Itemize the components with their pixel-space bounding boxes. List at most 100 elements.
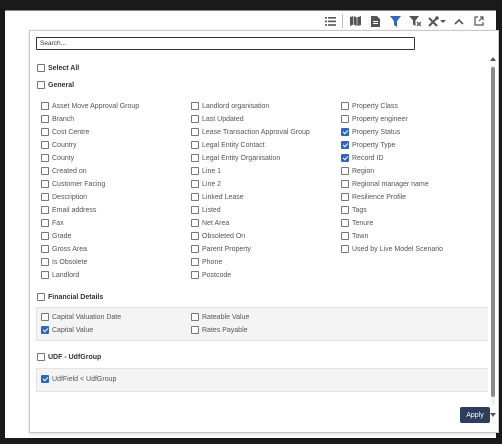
field-checkbox[interactable] — [341, 193, 349, 201]
field-checkbox[interactable] — [341, 219, 349, 227]
open-external-icon[interactable] — [469, 11, 489, 31]
section-financial-checkbox[interactable] — [37, 293, 45, 301]
field-option[interactable]: Line 2 — [191, 180, 221, 189]
section-financial-header[interactable]: Financial Details — [37, 293, 103, 302]
field-checkbox[interactable] — [41, 326, 49, 334]
field-checkbox[interactable] — [191, 232, 199, 240]
field-checkbox[interactable] — [41, 154, 49, 162]
field-checkbox[interactable] — [191, 313, 199, 321]
field-checkbox[interactable] — [41, 102, 49, 110]
collapse-icon[interactable] — [449, 11, 469, 31]
field-checkbox[interactable] — [41, 141, 49, 149]
field-checkbox[interactable] — [191, 326, 199, 334]
field-option[interactable]: Property Status — [341, 128, 400, 137]
document-icon[interactable] — [365, 11, 385, 31]
clear-filter-icon[interactable] — [405, 11, 425, 31]
field-checkbox[interactable] — [341, 167, 349, 175]
field-option[interactable]: Resilience Profile — [341, 193, 406, 202]
field-checkbox[interactable] — [341, 232, 349, 240]
field-checkbox[interactable] — [341, 206, 349, 214]
field-option[interactable]: UdfField < UdfGroup — [41, 375, 116, 384]
field-option[interactable]: Gross Area — [41, 245, 87, 254]
field-checkbox[interactable] — [341, 128, 349, 136]
field-option[interactable]: Rates Payable — [191, 326, 248, 335]
vertical-scrollbar[interactable] — [490, 57, 496, 417]
field-option[interactable]: Record ID — [341, 154, 384, 163]
map-icon[interactable] — [345, 11, 365, 31]
field-checkbox[interactable] — [41, 206, 49, 214]
field-checkbox[interactable] — [41, 219, 49, 227]
field-checkbox[interactable] — [341, 115, 349, 123]
field-checkbox[interactable] — [191, 128, 199, 136]
field-option[interactable]: Linked Lease — [191, 193, 244, 202]
field-option[interactable]: Obsoleted On — [191, 232, 245, 241]
field-checkbox[interactable] — [41, 313, 49, 321]
field-checkbox[interactable] — [41, 232, 49, 240]
field-option[interactable]: Cost Centre — [41, 128, 89, 137]
field-option[interactable]: Customer Facing — [41, 180, 105, 189]
field-option[interactable]: Branch — [41, 115, 74, 124]
scroll-down-icon[interactable] — [490, 413, 496, 417]
field-option[interactable]: Legal Entity Contact — [191, 141, 265, 150]
field-option[interactable]: Rateable Value — [191, 313, 249, 322]
field-option[interactable]: Fax — [41, 219, 64, 228]
list-icon[interactable] — [320, 11, 340, 31]
field-checkbox[interactable] — [341, 245, 349, 253]
field-option[interactable]: Regional manager name — [341, 180, 429, 189]
field-option[interactable]: Property Class — [341, 102, 398, 111]
field-option[interactable]: Line 1 — [191, 167, 221, 176]
field-checkbox[interactable] — [191, 206, 199, 214]
field-checkbox[interactable] — [191, 271, 199, 279]
field-option[interactable]: Capital Valuation Date — [41, 313, 121, 322]
section-udf-checkbox[interactable] — [37, 353, 45, 361]
field-checkbox[interactable] — [41, 245, 49, 253]
field-checkbox[interactable] — [191, 154, 199, 162]
field-option[interactable]: Tags — [341, 206, 367, 215]
section-udf-header[interactable]: UDF - UdfGroup — [37, 353, 101, 362]
field-option[interactable]: Region — [341, 167, 374, 176]
field-option[interactable]: Property Type — [341, 141, 395, 150]
field-option[interactable]: Country — [41, 141, 77, 150]
field-option[interactable]: Lease Transaction Approval Group — [191, 128, 310, 137]
scrollbar-thumb[interactable] — [491, 67, 495, 397]
field-option[interactable]: County — [41, 154, 74, 163]
field-option[interactable]: Grade — [41, 232, 71, 241]
field-checkbox[interactable] — [341, 154, 349, 162]
field-checkbox[interactable] — [41, 180, 49, 188]
field-option[interactable]: Email address — [41, 206, 96, 215]
field-checkbox[interactable] — [41, 167, 49, 175]
field-option[interactable]: Capital Value — [41, 326, 93, 335]
field-option[interactable]: Is Obsolete — [41, 258, 87, 267]
section-general-checkbox[interactable] — [37, 81, 45, 89]
field-checkbox[interactable] — [41, 115, 49, 123]
field-option[interactable]: Legal Entity Organisation — [191, 154, 280, 163]
field-checkbox[interactable] — [41, 258, 49, 266]
filter-icon[interactable] — [385, 11, 405, 31]
field-option[interactable]: Parent Property — [191, 245, 251, 254]
field-option[interactable]: Used by Live Model Scenario — [341, 245, 443, 254]
field-option[interactable]: Property engineer — [341, 115, 408, 124]
field-option[interactable]: Listed — [191, 206, 221, 215]
scroll-up-icon[interactable] — [490, 57, 496, 61]
field-checkbox[interactable] — [191, 258, 199, 266]
field-checkbox[interactable] — [41, 375, 49, 383]
field-option[interactable]: Created on — [41, 167, 87, 176]
field-option[interactable]: Description — [41, 193, 87, 202]
field-option[interactable]: Net Area — [191, 219, 229, 228]
field-checkbox[interactable] — [191, 115, 199, 123]
field-option[interactable]: Landlord organisation — [191, 102, 269, 111]
field-checkbox[interactable] — [191, 102, 199, 110]
field-checkbox[interactable] — [41, 193, 49, 201]
field-checkbox[interactable] — [191, 141, 199, 149]
field-option[interactable]: Town — [341, 232, 368, 241]
field-option[interactable]: Phone — [191, 258, 222, 267]
field-checkbox[interactable] — [191, 193, 199, 201]
section-general-header[interactable]: General — [37, 81, 74, 90]
select-all-option[interactable]: Select All — [37, 64, 79, 73]
field-checkbox[interactable] — [191, 245, 199, 253]
tools-icon[interactable] — [425, 11, 449, 31]
select-all-checkbox[interactable] — [37, 64, 45, 72]
apply-button[interactable]: Apply — [460, 407, 490, 423]
search-input[interactable] — [36, 37, 415, 50]
field-checkbox[interactable] — [341, 102, 349, 110]
